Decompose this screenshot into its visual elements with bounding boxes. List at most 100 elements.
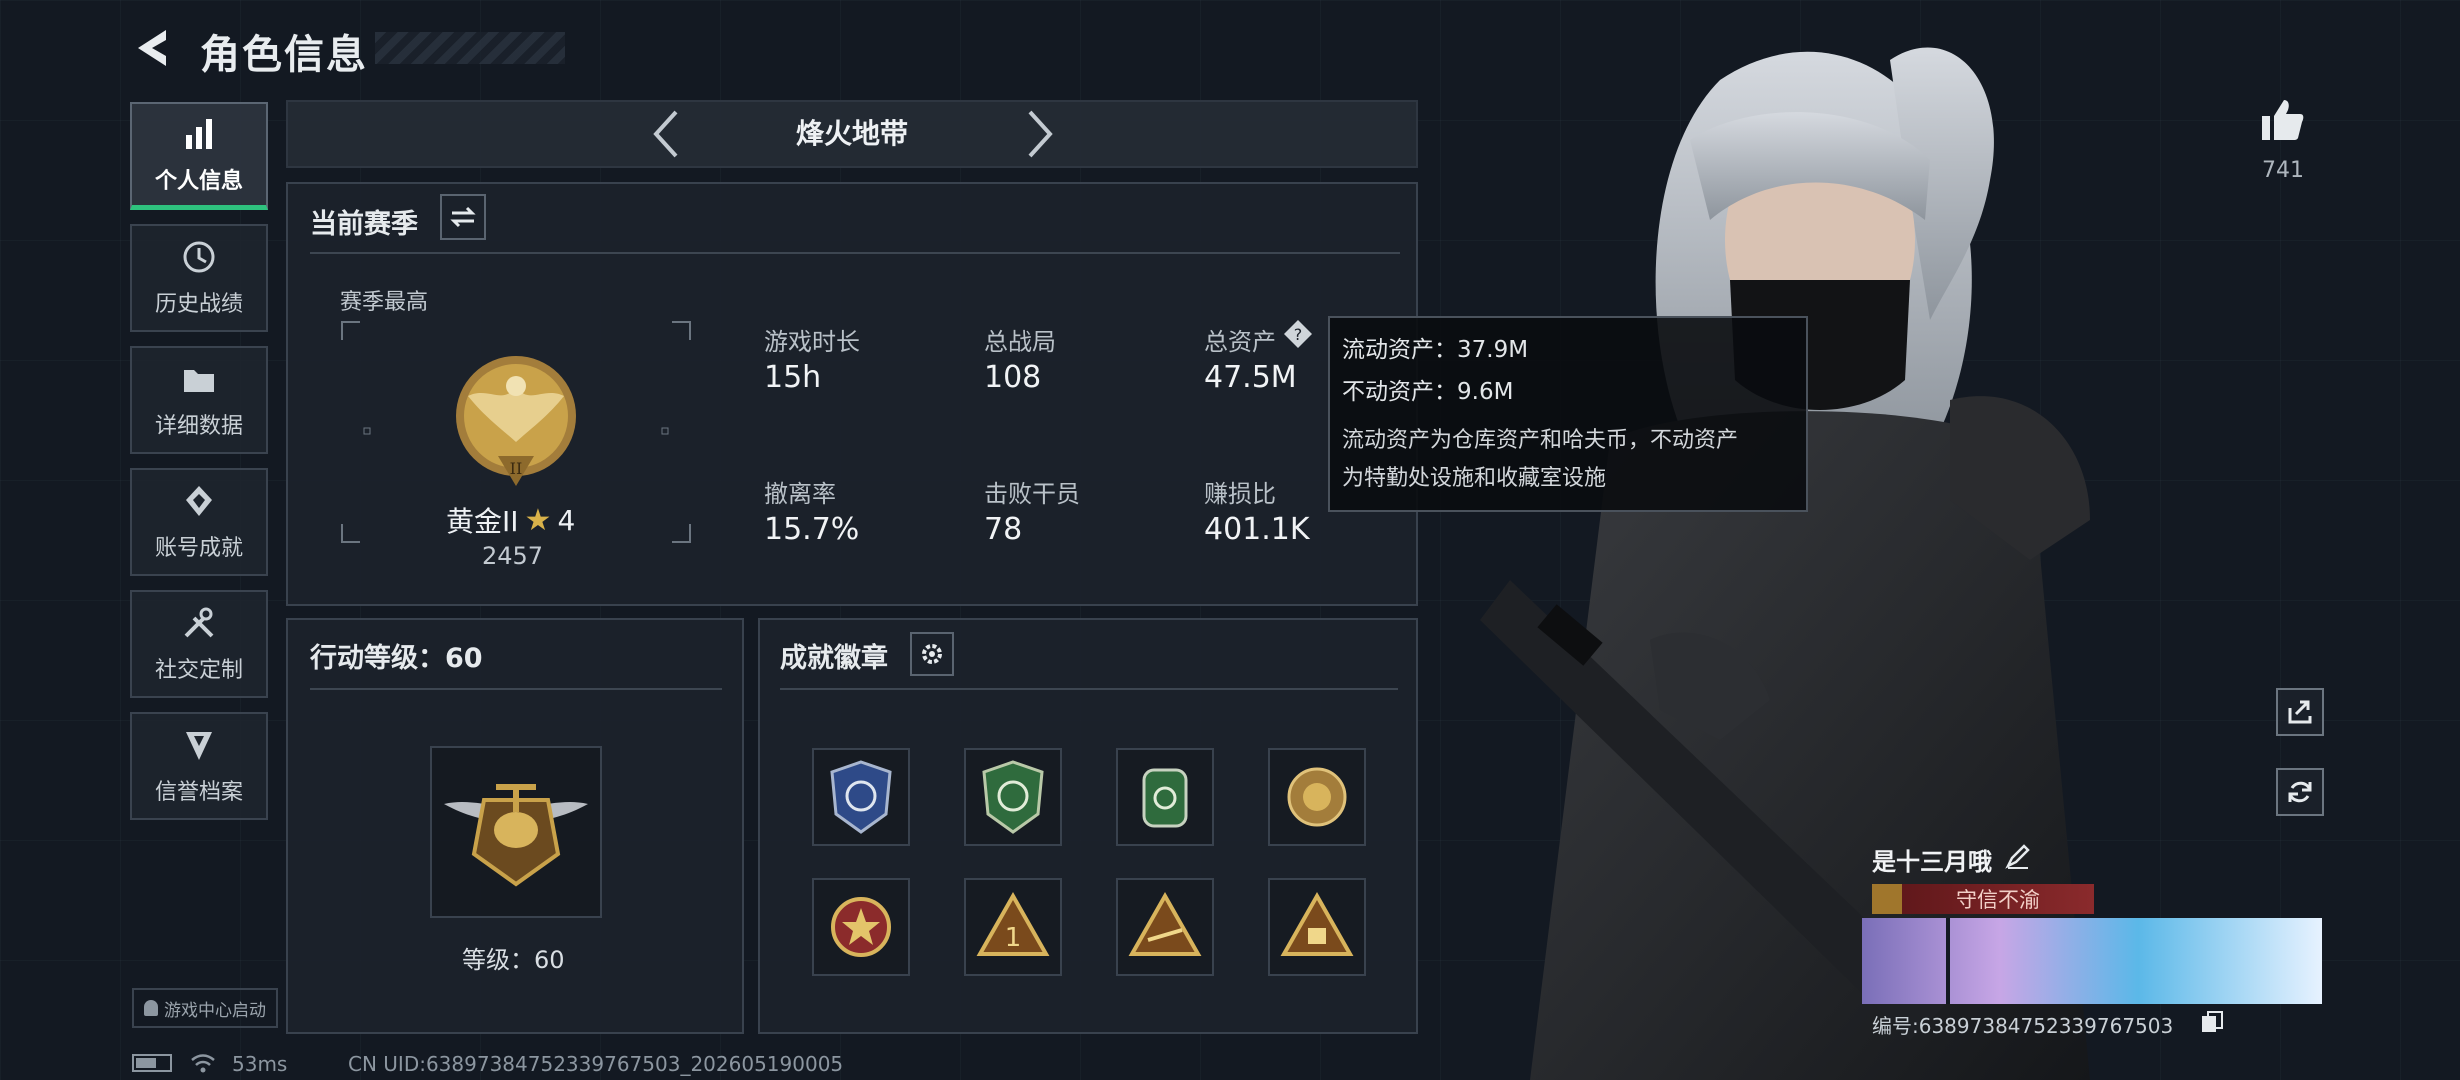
action-level-title: 行动等级：60: [310, 643, 483, 674]
refresh-button[interactable]: [2276, 768, 2324, 816]
like-count: 741: [2262, 158, 2304, 183]
mode-title: 烽火地带: [795, 117, 908, 150]
stat-value: 401.1K: [1204, 512, 1310, 547]
help-icon[interactable]: ?: [1282, 318, 1314, 350]
ping-text: 53ms: [232, 1052, 288, 1076]
badge-slot[interactable]: [1268, 748, 1366, 846]
green-emblem-badge-icon: [1142, 768, 1188, 828]
sidebar-item-label: 个人信息: [154, 168, 243, 194]
stat-label: 赚损比: [1204, 480, 1276, 508]
refresh-icon: [2288, 781, 2312, 803]
sidebar-item-label: 账号成就: [154, 536, 243, 561]
sidebar-item-achievements[interactable]: 账号成就: [130, 468, 268, 576]
sidebar-item-label: 社交定制: [154, 658, 243, 683]
swap-icon: [450, 206, 476, 228]
tooltip-liquid: 流动资产：37.9M: [1342, 337, 1529, 363]
sidebar-item-personal-info[interactable]: 个人信息: [130, 102, 268, 210]
sidebar-item-detailed-data[interactable]: 详细数据: [130, 346, 268, 454]
level-text: 等级：60: [462, 946, 565, 974]
stat-label: 击败干员: [984, 480, 1080, 508]
player-name: 是十三月哦: [1872, 848, 1992, 876]
rank-name: 黄金II: [446, 505, 519, 538]
badge-slot[interactable]: [812, 878, 910, 976]
divider: [310, 688, 722, 690]
bar-chart-icon: [186, 118, 212, 149]
qq-icon: [144, 1000, 158, 1016]
stat-label: 总资产: [1204, 328, 1276, 356]
divider: [310, 252, 1400, 254]
history-icon: [183, 241, 215, 273]
stat-value: 47.5M: [1204, 360, 1297, 395]
sidebar-item-reputation[interactable]: 信誉档案: [130, 712, 268, 820]
badge-slot[interactable]: [1116, 878, 1214, 976]
next-mode-arrow-icon[interactable]: [1022, 108, 1058, 160]
tooltip-fixed: 不动资产：9.6M: [1342, 379, 1514, 405]
game-center-launch[interactable]: 游戏中心启动: [132, 988, 278, 1028]
title-badge-icon: [1872, 884, 1902, 914]
back-icon[interactable]: [130, 24, 180, 72]
badge-slot[interactable]: [964, 748, 1062, 846]
stat-value: 15h: [764, 360, 822, 395]
triangle-gift-badge-icon: [1280, 891, 1354, 956]
rank-score: 2457: [482, 542, 544, 570]
title-decoration: [375, 32, 565, 64]
share-icon: [2288, 700, 2312, 724]
folder-icon: [184, 370, 214, 392]
title-badge: 守信不渝: [1872, 884, 2094, 914]
sidebar-item-label: 详细数据: [154, 414, 243, 439]
badge-slot[interactable]: [1116, 748, 1214, 846]
player-id: 编号:638973847523397675​03: [1872, 1014, 2174, 1038]
copy-icon[interactable]: [2200, 1010, 2224, 1034]
badge-settings-button[interactable]: [910, 632, 954, 676]
stat-label: 撤离率: [764, 480, 836, 508]
sidebar-item-label: 信誉档案: [154, 780, 243, 805]
rank-name-row: 黄金II ★ 4: [446, 500, 575, 540]
green-shield-badge-icon: [982, 760, 1044, 834]
asset-tooltip: 流动资产：37.9M 不动资产：9.6M 流动资产为仓库资产和哈夫币，不动资产 …: [1328, 316, 1808, 512]
achievements-title: 成就徽章: [780, 643, 888, 674]
season-switch-button[interactable]: [440, 194, 486, 240]
triangle-rifle-badge-icon: [1128, 891, 1202, 956]
rank-stars: 4: [557, 503, 576, 537]
reputation-icon: [186, 732, 212, 760]
tools-icon: [184, 607, 214, 638]
player-banner-image: [1862, 918, 2322, 1004]
gold-rank-medal-icon: II: [456, 356, 576, 486]
stat-value: 15.7%: [764, 512, 860, 547]
battery-icon: [132, 1054, 172, 1072]
title-badge-label: 守信不渝: [1956, 888, 2040, 912]
star-icon: ★: [524, 502, 552, 538]
thumbs-up-icon[interactable]: [2258, 96, 2306, 144]
svg-text:?: ?: [1294, 325, 1303, 344]
badge-slot[interactable]: 1: [964, 878, 1062, 976]
badge-slot[interactable]: [1268, 878, 1366, 976]
blue-shield-badge-icon: [830, 760, 892, 834]
gear-icon: [922, 644, 942, 664]
sidebar-item-label: 历史战绩: [154, 292, 243, 317]
badge-slot[interactable]: [812, 748, 910, 846]
tooltip-desc-1: 流动资产为仓库资产和哈夫币，不动资产: [1342, 428, 1739, 453]
sidebar-item-social[interactable]: 社交定制: [130, 590, 268, 698]
svg-text:II: II: [510, 459, 523, 478]
sidebar-item-history[interactable]: 历史战绩: [130, 224, 268, 332]
page-title: 角色信息: [200, 32, 368, 78]
gold-round-badge-icon: [1287, 767, 1347, 827]
stat-value: 78: [984, 512, 1023, 547]
season-title: 当前赛季: [310, 209, 418, 240]
tooltip-desc-2: 为特勤处设施和收藏室设施: [1342, 466, 1607, 491]
stat-label: 游戏时长: [764, 328, 860, 356]
launch-label: 游戏中心启动: [164, 1000, 266, 1021]
season-best-label: 赛季最高: [340, 290, 429, 315]
triangle-one-badge-icon: 1: [976, 891, 1050, 956]
helicopter-emblem-icon: [444, 784, 588, 887]
stat-value: 108: [984, 360, 1042, 395]
achievement-icon: [186, 486, 212, 516]
uid-text: CN UID:638973847523397675​03_20260519000…: [348, 1052, 844, 1076]
star-medal-badge-icon: [831, 897, 891, 957]
stat-label: 总战局: [984, 328, 1056, 356]
wifi-icon: [191, 1054, 215, 1073]
share-button[interactable]: [2276, 688, 2324, 736]
divider: [780, 688, 1398, 690]
svg-text:1: 1: [1005, 923, 1022, 953]
edit-icon[interactable]: [2004, 842, 2032, 870]
